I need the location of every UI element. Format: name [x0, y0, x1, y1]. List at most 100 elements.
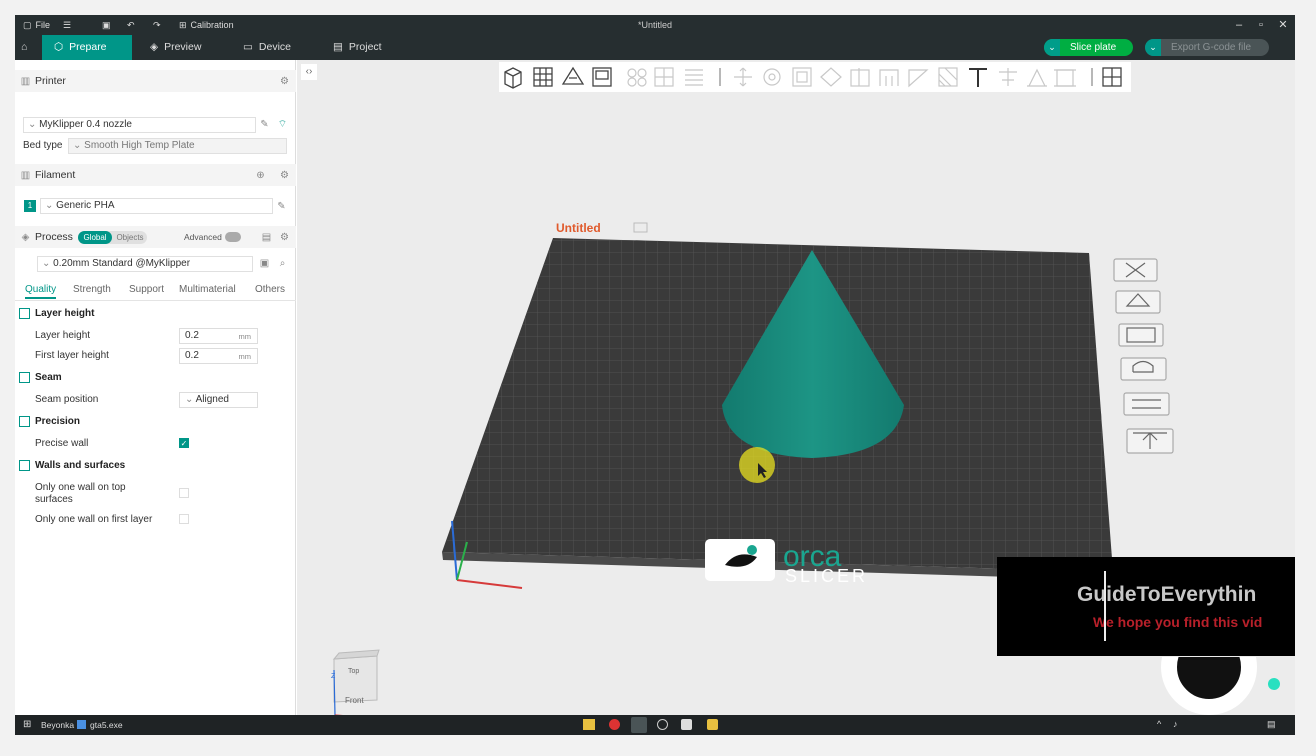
add-filament-icon[interactable]: ⊕ — [255, 170, 266, 181]
seam-icon — [19, 372, 30, 383]
advanced-toggle[interactable] — [225, 232, 241, 242]
os-taskbar: ⊞ Beyonka gta5.exe ^ ♪ ▤ — [15, 715, 1295, 735]
axis-z-label: Z — [331, 673, 336, 680]
first-layer-height-label: First layer height — [35, 350, 109, 361]
layer-height-label: Layer height — [35, 330, 91, 341]
folder-icon[interactable] — [583, 719, 595, 730]
filament-section-header[interactable]: ▥ Filament ⊕ ⚙ — [15, 164, 296, 186]
tab-quality[interactable]: Quality — [25, 284, 57, 299]
layer-height-icon — [19, 308, 30, 319]
export-gcode-button[interactable]: ⌄ Export G-code file — [1145, 39, 1269, 56]
tab-preview[interactable]: ◈ Preview — [138, 35, 213, 60]
filament-slot-badge[interactable]: 1 — [24, 200, 36, 212]
tab-project[interactable]: ▤ Project — [321, 35, 394, 60]
delete-plate-icon[interactable] — [1113, 258, 1158, 282]
move-to-top-icon[interactable] — [1126, 428, 1174, 454]
settings-icon[interactable]: ⚙ — [279, 76, 290, 87]
wifi-icon[interactable]: ⌔ — [277, 119, 288, 130]
taskbar-app[interactable]: gta5.exe — [90, 720, 123, 730]
logo-slicer-text: SLICER — [785, 566, 868, 586]
windows-start-icon[interactable]: ⊞ — [23, 719, 31, 730]
browser-icon[interactable] — [609, 719, 620, 730]
filament-icon: ▥ — [20, 169, 31, 181]
global-option[interactable]: Global — [78, 231, 112, 244]
chevron-down-icon: ⌄ — [185, 394, 196, 405]
clock-app-icon[interactable] — [657, 719, 668, 730]
auto-orient-plate-icon[interactable] — [1115, 290, 1161, 314]
settings-icon[interactable]: ⚙ — [279, 232, 290, 243]
plate-settings-icon[interactable] — [1123, 392, 1170, 416]
process-icon: ◈ — [21, 231, 30, 243]
calculator-icon[interactable] — [681, 719, 692, 730]
channel-logo — [1157, 657, 1295, 715]
one-wall-first-checkbox[interactable] — [179, 514, 189, 524]
seam-position-select[interactable]: ⌄ Aligned — [179, 392, 258, 408]
one-wall-top-checkbox[interactable] — [179, 488, 189, 498]
process-preset-select[interactable]: ⌄ 0.20mm Standard @MyKlipper — [37, 256, 253, 272]
close-icon[interactable]: ✕ — [1273, 15, 1293, 35]
global-objects-toggle[interactable]: Global Objects — [78, 231, 147, 244]
title-bar: ▢ File ☰ ▣ ↶ ↷ ⊞ Calibration *Untitled –… — [15, 15, 1295, 35]
tab-prepare[interactable]: ⬡ Prepare — [42, 35, 132, 60]
chevron-down-icon: ⌄ — [28, 119, 40, 130]
cloud-icon[interactable] — [707, 719, 718, 730]
printer-icon: ▥ — [20, 75, 31, 87]
chevron-down-icon: ⌄ — [42, 258, 54, 269]
compare-icon[interactable]: ▤ — [261, 232, 272, 243]
objects-option[interactable]: Objects — [113, 231, 147, 244]
document-icon: ▤ — [333, 41, 343, 53]
precise-wall-label: Precise wall — [35, 438, 89, 449]
overlay-tagline: We hope you find this vid — [1093, 614, 1263, 630]
edit-icon[interactable]: ✎ — [259, 119, 270, 130]
walls-icon — [19, 460, 30, 471]
edit-plate-name-icon[interactable] — [633, 222, 648, 233]
minimize-icon[interactable]: – — [1229, 15, 1249, 35]
plate-side-buttons — [1113, 258, 1174, 454]
view-cube[interactable]: Top Front Z X — [331, 649, 387, 715]
chevron-down-icon[interactable]: ⌄ — [1145, 39, 1161, 56]
layer-height-input[interactable]: 0.2 mm — [179, 328, 258, 344]
layer-height-group-title: Layer height — [19, 308, 94, 319]
taskbar-user[interactable]: Beyonka — [41, 720, 74, 730]
microphone-icon[interactable]: ♪ — [1173, 719, 1178, 729]
orcaslicer-taskbar-icon[interactable] — [631, 717, 647, 733]
notification-icon[interactable]: ▤ — [1267, 719, 1276, 730]
slice-plate-button[interactable]: ⌄ Slice plate — [1044, 39, 1133, 56]
lock-plate-icon[interactable] — [1120, 357, 1167, 381]
save-icon[interactable]: ▣ — [259, 258, 270, 269]
home-icon[interactable]: ⌂ — [15, 35, 33, 60]
tab-strength[interactable]: Strength — [73, 284, 111, 295]
search-icon[interactable]: ⌕ — [277, 258, 288, 269]
3d-viewport[interactable]: ‹› orca SLICER Untitled Top Front Z Guid… — [297, 60, 1295, 715]
tab-support[interactable]: Support — [129, 284, 164, 295]
edit-icon[interactable]: ✎ — [276, 201, 287, 212]
tab-device[interactable]: ▭ Device — [231, 35, 303, 60]
filament-select[interactable]: ⌄ Generic PHA — [40, 198, 273, 214]
settings-icon[interactable]: ⚙ — [279, 170, 290, 181]
app-window: ▢ File ☰ ▣ ↶ ↷ ⊞ Calibration *Untitled –… — [15, 15, 1295, 735]
first-layer-height-input[interactable]: 0.2 mm — [179, 348, 258, 364]
printer-select[interactable]: ⌄ MyKlipper 0.4 nozzle — [23, 117, 256, 133]
precise-wall-checkbox[interactable]: ✓ — [179, 438, 189, 448]
chevron-down-icon: ⌄ — [73, 140, 85, 151]
divider — [15, 300, 296, 301]
tab-others[interactable]: Others — [255, 284, 285, 295]
maximize-icon[interactable]: ▫ — [1251, 15, 1271, 35]
tab-multimaterial[interactable]: Multimaterial — [179, 284, 236, 295]
one-wall-top-label: Only one wall on top surfaces — [35, 482, 126, 505]
plate-name[interactable]: Untitled — [556, 221, 601, 235]
bed-type-select[interactable]: ⌄ Smooth High Temp Plate — [68, 138, 287, 154]
chevron-down-icon: ⌄ — [45, 200, 57, 211]
printer-section-header[interactable]: ▥ Printer ⚙ — [15, 70, 296, 92]
monitor-icon: ▭ — [243, 41, 253, 53]
view-cube-front[interactable]: Front — [345, 696, 364, 705]
view-cube-top[interactable]: Top — [348, 668, 359, 675]
advanced-label: Advanced — [184, 232, 222, 242]
chevron-up-icon[interactable]: ^ — [1157, 719, 1161, 729]
seam-position-label: Seam position — [35, 394, 99, 405]
walls-group-title: Walls and surfaces — [19, 460, 125, 471]
cube-icon: ⬡ — [54, 41, 64, 53]
chevron-down-icon[interactable]: ⌄ — [1044, 39, 1060, 56]
arrange-plate-icon[interactable] — [1118, 323, 1164, 347]
cursor-highlight — [739, 447, 775, 483]
